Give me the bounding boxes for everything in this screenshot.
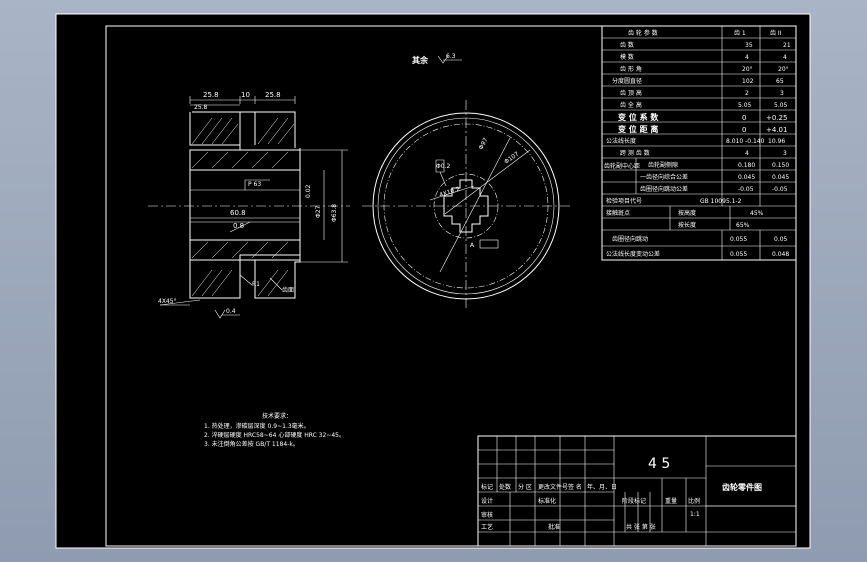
- tb-check: 审核: [481, 511, 493, 519]
- contact-h-val: 45%: [750, 210, 764, 217]
- param-label: 公法线长度: [606, 137, 636, 145]
- dim-fillet: R1: [252, 281, 260, 288]
- param-label: 模 数: [620, 53, 634, 61]
- tb-label-count: 处数: [499, 483, 511, 491]
- z-label: 齿面: [282, 286, 294, 294]
- param-v1: 2: [745, 90, 749, 97]
- tb-weight: 重量: [665, 497, 677, 505]
- param-label: 一齿径向综合公差: [640, 173, 688, 181]
- tb-ratio: 比例: [688, 497, 700, 505]
- param-v2: 21: [783, 42, 791, 49]
- param-v2: +4.01: [766, 126, 787, 134]
- param-group2: 检验项目代号: [606, 197, 642, 205]
- roughness-value: 6.3: [446, 53, 456, 60]
- param-standard: GB 10095.1-2: [700, 198, 742, 205]
- param-v1: 0: [742, 114, 746, 122]
- param-header-label: 齿 轮 参 数: [628, 29, 658, 37]
- dim-phi2: Φ63.8: [331, 204, 338, 222]
- param-v1: 0: [742, 126, 746, 134]
- param-label: 跨 测 齿 数: [620, 149, 650, 157]
- tb-design: 设计: [481, 497, 493, 505]
- param-v2: 4: [783, 54, 787, 61]
- param-v1: 0.180: [738, 162, 755, 169]
- norm-v1: 0.055: [730, 251, 747, 258]
- contact-l-val: 65%: [736, 222, 750, 229]
- param-v1: 20°: [742, 66, 753, 73]
- dim-top3: 25.8: [265, 91, 281, 99]
- tb-label-sign: 签 名: [568, 483, 582, 491]
- param-header-g1: 齿 1: [734, 29, 746, 37]
- param-v1: 5.05: [738, 102, 752, 109]
- param-v2: +0.25: [766, 114, 787, 122]
- dim-d-inner: 60.8: [230, 209, 246, 217]
- param-v1: 0.045: [738, 174, 755, 181]
- param-v2: 0.150: [772, 162, 789, 169]
- param-v2: 20°: [778, 66, 789, 73]
- tb-label-date: 年、月、日: [587, 483, 617, 491]
- tb-label-zone: 分 区: [518, 483, 532, 491]
- dim-tol: 0.02: [305, 184, 312, 198]
- hole-note: Φ0.2: [436, 163, 450, 170]
- param-v1: -0.05: [738, 186, 754, 193]
- param-label: 齿 全 高: [620, 101, 642, 109]
- tb-approve: 批准: [548, 523, 560, 531]
- param-v2: 0.045: [772, 174, 789, 181]
- radial-v2: 0.05: [774, 236, 788, 243]
- roughness-note: 其余: [412, 55, 429, 65]
- tb-standardize: 标准化: [538, 497, 556, 505]
- notes-item: 2. 淬硬层硬度 HRC58~64 心部硬度 HRC 32~45。: [204, 431, 345, 439]
- norm-label: 公法线长度变动公差: [606, 250, 660, 258]
- tb-scale: 1:1: [690, 511, 700, 518]
- param-v2: 65: [776, 78, 784, 85]
- param-label: 齿 数: [620, 41, 634, 49]
- notes-item: 1. 热处理，渗碳层深度 0.9~1.3毫米。: [204, 422, 310, 430]
- dim-chamfer: 4X45°: [158, 298, 177, 305]
- param-label: 齿圈径向跳动公差: [640, 185, 688, 193]
- param-v2: 3: [783, 150, 787, 157]
- param-v1: 8.010 -0.140: [726, 138, 765, 145]
- radial-v1: 0.055: [730, 236, 747, 243]
- param-v1: 102: [742, 78, 754, 85]
- tb-sheets: 共 张 第 张: [626, 523, 656, 531]
- param-label: 齿轮副侧隙: [648, 161, 678, 169]
- param-v2: 10.96: [768, 138, 785, 145]
- dim-top2: 10: [241, 91, 250, 99]
- param-label: 齿 形 角: [620, 65, 642, 73]
- notes-item: 3. 未注倒角公差按 GB/T 1184-k。: [204, 440, 299, 448]
- contact-label: 接触斑点: [606, 209, 630, 217]
- radial-label: 齿圈径向跳动: [612, 235, 648, 243]
- param-label: 分度圆直径: [612, 77, 642, 85]
- param-label: 变 位 系 数: [618, 112, 659, 122]
- param-header-g2: 齿 II: [770, 29, 782, 37]
- dim-left-top: 25.8: [194, 104, 208, 111]
- tb-process: 工艺: [481, 523, 493, 531]
- part-name: 齿轮零件图: [722, 482, 762, 492]
- notes-title: 技术要求：: [262, 412, 292, 420]
- param-group1: 齿轮副中心距: [604, 162, 640, 170]
- cad-drawing-viewport[interactable]: 25.8 10 25.8 25.8 Φ63.8 Φ27 0.02 60.8 0.…: [0, 0, 867, 562]
- dim-p63: P 63: [248, 181, 261, 188]
- param-v2: 3: [780, 90, 784, 97]
- dim-top1: 25.8: [203, 91, 219, 99]
- param-label: 变 位 距 离: [618, 124, 658, 134]
- tb-label-change: 更改文件号: [538, 483, 568, 491]
- param-v2: -0.05: [772, 186, 788, 193]
- param-v2: 5.05: [774, 102, 788, 109]
- material: 4 5: [648, 456, 670, 472]
- param-v1: 4: [745, 54, 749, 61]
- param-label: 齿 顶 高: [620, 89, 642, 97]
- tb-stage: 阶段标记: [622, 497, 646, 505]
- param-v1: 35: [745, 42, 753, 49]
- contact-h: 按高度: [678, 209, 696, 217]
- rough-small: 0.4: [226, 308, 236, 315]
- norm-v2: 0.048: [772, 251, 789, 258]
- tb-label-mark: 标记: [481, 483, 493, 491]
- param-v1: 4: [745, 150, 749, 157]
- contact-l: 按长度: [678, 221, 696, 229]
- dim-phi1: Φ27: [315, 205, 322, 218]
